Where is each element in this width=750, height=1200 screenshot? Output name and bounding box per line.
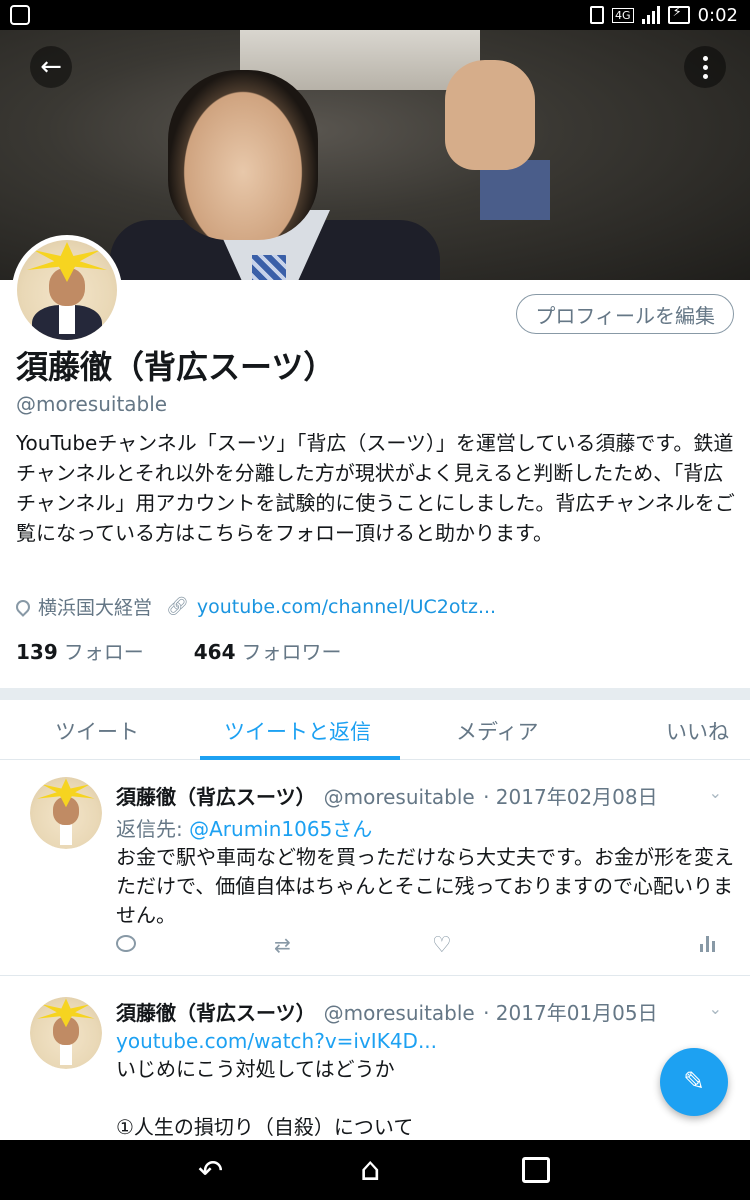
followers-link[interactable]: 464 フォロワー bbox=[194, 636, 342, 665]
avatar-shirt bbox=[60, 823, 72, 845]
tweet-link[interactable]: youtube.com/watch?v=ivIK4D... bbox=[116, 1029, 437, 1053]
tweet-item[interactable]: 須藤徹（背広スーツ） @moresuitable · 2017年02月08日 ⌄ … bbox=[0, 761, 750, 976]
following-link[interactable]: 139 フォロー bbox=[16, 636, 144, 665]
avatar-image bbox=[30, 777, 102, 849]
analytics-icon[interactable] bbox=[700, 933, 715, 957]
profile-banner[interactable] bbox=[0, 30, 750, 280]
tweet-avatar[interactable] bbox=[30, 777, 102, 849]
tweet-avatar[interactable] bbox=[30, 997, 102, 1069]
banner-hand bbox=[445, 60, 535, 170]
tab-tweets-and-replies[interactable]: ツイートと返信 bbox=[224, 716, 371, 746]
tweet-date: · 2017年02月08日 bbox=[483, 785, 658, 809]
following-count: 139 bbox=[16, 640, 58, 664]
tweet-text: お金で駅や車両など物を買っただけなら大丈夫です。お金が形を変えただけで、価値自体… bbox=[116, 845, 734, 927]
avatar-shirt bbox=[59, 304, 75, 334]
reply-to-prefix: 返信先: bbox=[116, 817, 183, 841]
banner-face bbox=[168, 70, 318, 240]
followers-count: 464 bbox=[193, 640, 236, 664]
tweet-header: 須藤徹（背広スーツ） @moresuitable · 2017年01月05日 bbox=[116, 997, 658, 1026]
tweet-item[interactable]: 須藤徹（背広スーツ） @moresuitable · 2017年01月05日 ⌄ … bbox=[0, 977, 750, 1140]
compose-tweet-icon[interactable]: ✎ bbox=[660, 1048, 728, 1116]
more-vertical-icon[interactable] bbox=[684, 46, 726, 88]
profile-bio: YouTubeチャンネル「スーツ」「背広（スーツ）」を運営している須藤です。鉄道… bbox=[16, 431, 735, 545]
heart-icon[interactable]: ♡ bbox=[432, 933, 452, 958]
reply-icon[interactable] bbox=[116, 933, 136, 957]
back-nav-icon[interactable]: ↶ bbox=[198, 1154, 223, 1189]
tab-media[interactable]: メディア bbox=[456, 716, 539, 746]
chevron-down-icon[interactable]: ⌄ bbox=[709, 783, 722, 802]
network-type-badge: 4G bbox=[612, 7, 634, 23]
profile-location: 横浜国大経営 bbox=[38, 597, 153, 619]
follow-counts: 139 フォロー 464 フォロワー bbox=[16, 636, 342, 665]
tab-tweets[interactable]: ツイート bbox=[55, 716, 139, 746]
tweet-author-name[interactable]: 須藤徹（背広スーツ） bbox=[116, 785, 316, 809]
avatar-star-hat bbox=[37, 998, 95, 1028]
battery-charging-icon bbox=[667, 5, 690, 24]
section-divider bbox=[0, 688, 750, 700]
location-pin-icon bbox=[13, 596, 33, 617]
profile-handle: @moresuitable bbox=[16, 392, 168, 416]
tab-likes[interactable]: いいね bbox=[666, 716, 729, 746]
following-label: フォロー bbox=[63, 640, 144, 664]
tweet-actions: ⇄ ♡ bbox=[116, 933, 716, 958]
edit-profile-button[interactable]: プロフィールを編集 bbox=[516, 294, 734, 334]
recent-apps-icon[interactable] bbox=[522, 1157, 550, 1183]
profile-meta: 横浜国大経営 🔗︎ youtube.com/channel/UC2otz... bbox=[13, 593, 496, 620]
notification-app-icon bbox=[10, 5, 30, 25]
profile-avatar[interactable] bbox=[12, 235, 122, 345]
reply-to-line: 返信先: @Arumin1065さん bbox=[116, 813, 372, 842]
profile-url[interactable]: youtube.com/channel/UC2otz... bbox=[197, 596, 496, 618]
profile-tabs: ツイート ツイートと返信 メディア いいね bbox=[0, 700, 750, 760]
retweet-icon[interactable]: ⇄ bbox=[274, 933, 291, 957]
home-nav-icon[interactable]: ⌂ bbox=[360, 1150, 380, 1188]
profile-name: 須藤徹（背広スーツ） bbox=[16, 348, 336, 386]
active-tab-indicator bbox=[200, 756, 400, 760]
arrow-left-icon[interactable]: ← bbox=[30, 46, 72, 88]
tweet-header: 須藤徹（背広スーツ） @moresuitable · 2017年02月08日 bbox=[116, 781, 658, 810]
tweet-author-handle: @moresuitable bbox=[323, 1001, 475, 1025]
tweet-date: · 2017年01月05日 bbox=[483, 1001, 658, 1025]
banner-tie bbox=[252, 255, 286, 280]
avatar-star-hat bbox=[37, 778, 95, 808]
followers-label: フォロワー bbox=[241, 640, 342, 664]
link-icon: 🔗︎ bbox=[166, 596, 189, 617]
avatar-shirt bbox=[60, 1043, 72, 1065]
avatar-image bbox=[30, 997, 102, 1069]
tweet-author-handle: @moresuitable bbox=[323, 785, 475, 809]
system-nav-bar: ↶ ⌂ bbox=[0, 1140, 750, 1200]
reply-mention[interactable]: @Arumin1065さん bbox=[189, 817, 372, 841]
avatar-star-hat bbox=[27, 242, 107, 282]
avatar-image bbox=[17, 240, 117, 340]
tweet-text-line: いじめにこう対処してはどうか bbox=[116, 1057, 395, 1081]
clock: 0:02 bbox=[697, 4, 738, 26]
tweet-text-line: ①人生の損切り（自殺）について bbox=[116, 1115, 414, 1139]
tweet-author-name[interactable]: 須藤徹（背広スーツ） bbox=[116, 1001, 316, 1025]
status-bar: 4G 0:02 bbox=[0, 0, 750, 30]
chevron-down-icon[interactable]: ⌄ bbox=[709, 999, 722, 1018]
signal-icon bbox=[641, 6, 660, 24]
vibrate-icon bbox=[590, 6, 605, 24]
status-icons: 4G 0:02 bbox=[590, 4, 738, 26]
